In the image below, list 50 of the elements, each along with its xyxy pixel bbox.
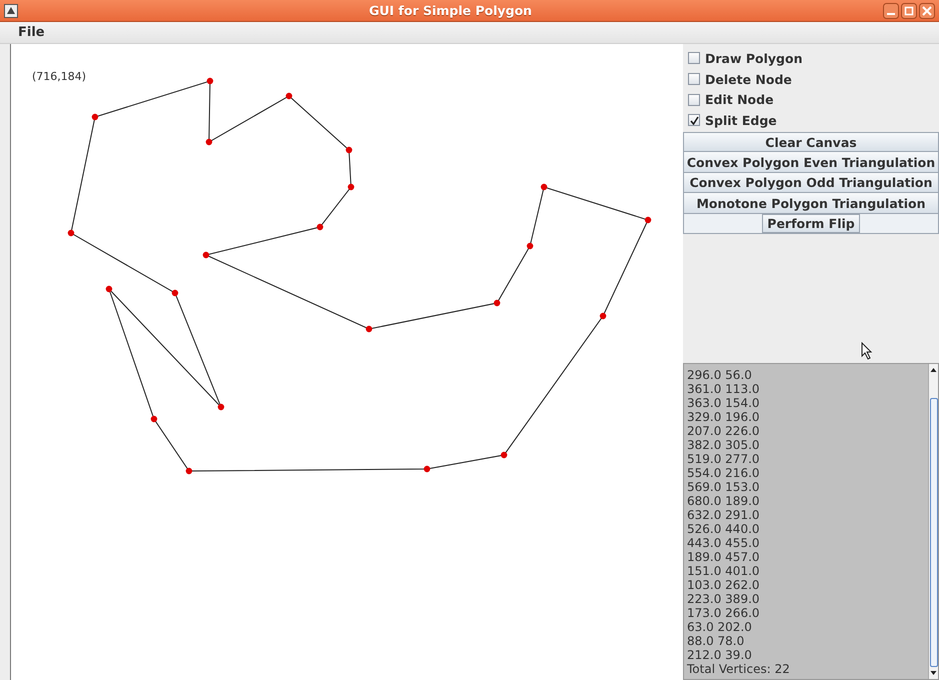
option-checkbox[interactable]: Edit Node: [683, 89, 939, 110]
action-button[interactable]: Clear Canvas: [684, 132, 938, 152]
vertex-coordinates: 329.0 196.0: [687, 410, 761, 424]
checkbox[interactable]: [688, 94, 700, 106]
checkbox[interactable]: [688, 114, 700, 126]
cursor-coordinates: (716,184): [32, 70, 86, 83]
action-button[interactable]: Perform Flip: [762, 214, 860, 234]
vertex-coordinates: 103.0 262.0: [687, 578, 761, 592]
option-checkbox[interactable]: Draw Polygon: [683, 48, 939, 69]
vertex-coordinates: 680.0 189.0: [687, 494, 761, 508]
action-button[interactable]: Monotone Polygon Triangulation: [684, 193, 938, 213]
checkbox[interactable]: [688, 52, 700, 64]
vertex-coordinates: 361.0 113.0: [687, 382, 761, 396]
vertex-coordinates: 63.0 202.0: [687, 620, 753, 634]
vertex-coordinates: 296.0 56.0: [687, 368, 753, 382]
vertex-coordinates: 173.0 266.0: [687, 606, 761, 620]
vertex-coordinates: 382.0 305.0: [687, 438, 761, 452]
window-title: GUI for Simple Polygon: [368, 3, 533, 18]
maximize-icon[interactable]: [901, 2, 917, 18]
option-label: Delete Node: [705, 72, 792, 87]
vertex-coordinates: 443.0 455.0: [687, 536, 761, 550]
mouse-pointer-icon: [861, 342, 873, 360]
option-label: Edit Node: [705, 92, 774, 108]
app-icon: [4, 4, 18, 18]
checkbox[interactable]: [688, 73, 700, 86]
vertex-coordinates: 569.0 153.0: [687, 480, 761, 494]
vertex-coordinates: 632.0 291.0: [687, 508, 761, 522]
option-label: Draw Polygon: [705, 50, 802, 66]
vertex-coordinates: 519.0 277.0: [687, 452, 761, 466]
scrollbar[interactable]: [928, 364, 938, 679]
vertex-coordinates: 189.0 457.0: [687, 550, 761, 564]
action-button[interactable]: Convex Polygon Even Triangulation: [684, 152, 938, 172]
vertex-coordinates: 151.0 401.0: [687, 564, 761, 578]
action-button[interactable]: Convex Polygon Odd Triangulation: [684, 172, 938, 192]
option-label: Split Edge: [705, 112, 777, 128]
option-checkbox[interactable]: Delete Node: [683, 68, 939, 90]
minimize-icon[interactable]: [883, 2, 899, 18]
close-icon[interactable]: [919, 2, 935, 18]
vertex-coordinates: 212.0 39.0: [687, 648, 753, 662]
scroll-thumb[interactable]: [930, 398, 938, 667]
menu-item[interactable]: File: [18, 25, 45, 40]
vertex-coordinates: 207.0 226.0: [687, 424, 761, 438]
vertex-coordinates: 363.0 154.0: [687, 396, 761, 410]
vertex-coordinates: 88.0 78.0: [687, 634, 746, 648]
vertex-coordinates: 526.0 440.0: [687, 522, 761, 536]
vertex-count: Total Vertices: 22: [687, 662, 791, 676]
vertex-coordinates: 223.0 389.0: [687, 592, 761, 606]
drawing-canvas[interactable]: (716,184): [10, 44, 683, 680]
option-checkbox[interactable]: Split Edge: [683, 110, 939, 131]
vertex-coordinates: 554.0 216.0: [687, 466, 761, 480]
